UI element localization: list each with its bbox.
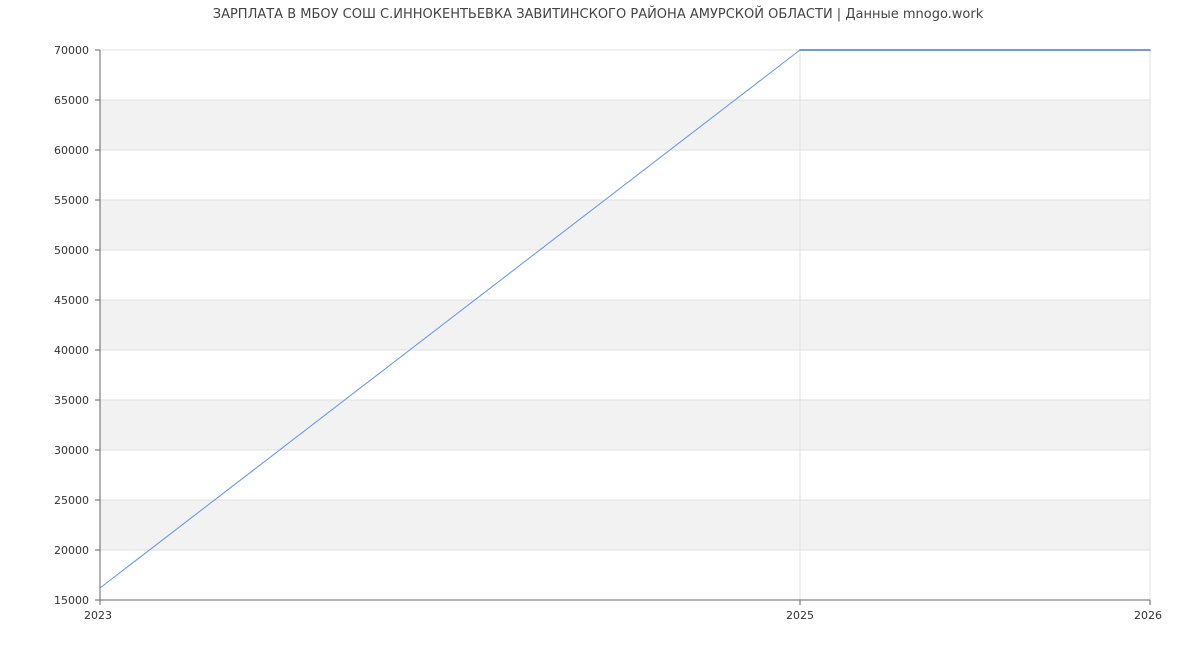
y-tick-label: 60000 [54,144,89,157]
background-bands [100,100,1150,550]
y-tick-label: 55000 [54,194,89,207]
y-tick-label: 65000 [54,94,89,107]
background-band [100,200,1150,250]
y-tick-label: 15000 [54,594,89,607]
background-band [100,500,1150,550]
y-tick-label: 20000 [54,544,89,557]
y-tick-label: 50000 [54,244,89,257]
chart-title: ЗАРПЛАТА В МБОУ СОШ С.ИННОКЕНТЬЕВКА ЗАВИ… [213,6,984,22]
background-band [100,300,1150,350]
chart: ЗАРПЛАТА В МБОУ СОШ С.ИННОКЕНТЬЕВКА ЗАВИ… [54,6,1162,622]
x-axis-ticks: 2023 2025 2026 [84,600,1162,622]
y-axis-ticks: 15000 20000 25000 30000 35000 40000 45000 50000… [54,44,100,607]
y-tick-label: 70000 [54,44,89,57]
y-tick-label: 25000 [54,494,89,507]
x-tick-label: 2023 [84,609,112,622]
background-band [100,400,1150,450]
x-tick-label: 2025 [786,609,814,622]
y-tick-label: 45000 [54,294,89,307]
background-band [100,100,1150,150]
x-tick-label: 2026 [1134,609,1162,622]
y-tick-label: 30000 [54,444,89,457]
y-tick-label: 40000 [54,344,89,357]
y-tick-label: 35000 [54,394,89,407]
